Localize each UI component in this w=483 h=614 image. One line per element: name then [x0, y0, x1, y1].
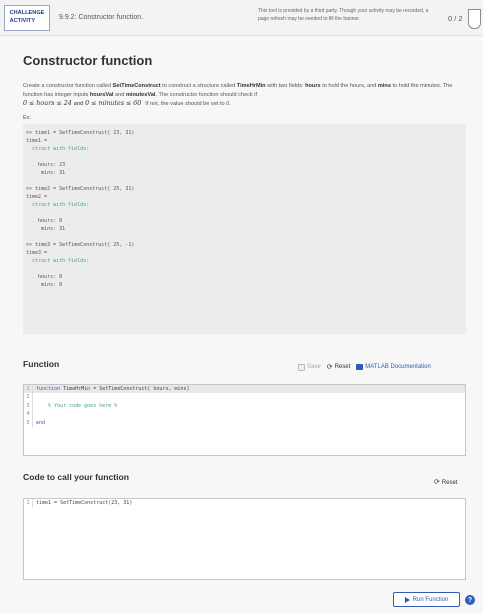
desc-part: . The constructor function should check … — [155, 92, 258, 99]
help-icon[interactable]: ? — [465, 595, 475, 605]
example-line — [26, 153, 463, 161]
code-text: time1 = SetTimeConstruct(23, 31) — [36, 500, 133, 506]
run-function-button[interactable]: Run Function — [393, 592, 460, 607]
activity-header: CHALLENGE ACTIVITY 9.9.2: Constructor fu… — [0, 0, 483, 36]
reset-icon: ⟳ — [434, 479, 440, 486]
example-line: hours: 0 — [26, 218, 63, 224]
desc-part: to hold the hours, and — [320, 83, 378, 89]
reset-function-button[interactable]: ⟳ Reset — [327, 364, 351, 371]
example-line: hours: 0 — [26, 274, 63, 280]
example-line: struct with fields: — [26, 202, 90, 208]
desc-part: and — [113, 92, 126, 99]
desc-part: to construct a structure called — [160, 83, 237, 89]
code-line: 1 time1 = SetTimeConstruct(23, 31) — [24, 499, 465, 508]
call-section-title: Code to call your function — [23, 472, 129, 482]
field-mins: mins — [377, 83, 391, 89]
input-hours: hoursVal — [89, 92, 114, 99]
line-number: 2 — [24, 393, 33, 402]
save-icon — [298, 363, 305, 371]
run-label: Run Function — [412, 596, 449, 603]
code-line: 2 — [24, 393, 465, 402]
matlab-documentation-link[interactable]: MATLAB Documentation — [356, 364, 431, 370]
example-line: struct with fields: — [26, 258, 90, 264]
line-number: 3 — [24, 401, 33, 411]
page-title: Constructor function — [23, 53, 153, 68]
activity-breadcrumb: 9.9.2: Constructor function. — [59, 14, 144, 21]
code-keyword: function — [36, 386, 61, 392]
code-line: 3 % Your code goes here % — [24, 401, 465, 411]
save-label: Save — [307, 364, 321, 370]
code-line: 1 function TimeHrMin = SetTimeConstruct( … — [24, 385, 465, 394]
math-and: and — [73, 101, 84, 107]
example-line: >> time3 = SetTimeConstruct( 25, -1) — [26, 242, 135, 248]
line-number: 1 — [24, 499, 33, 508]
input-mins: minutesVal — [125, 92, 156, 99]
reset-label: Reset — [441, 479, 458, 486]
field-hours: hours — [305, 83, 321, 89]
example-line: time3 = — [26, 250, 48, 256]
documentation-icon — [356, 364, 364, 370]
example-output-block: >> time1 = SetTimeConstruct( 23, 31) tim… — [23, 124, 466, 334]
example-line — [26, 233, 463, 241]
example-line: time2 = — [26, 194, 48, 200]
code-comment: % Your code goes here % — [36, 402, 118, 409]
third-party-notice: This tool is provided by a third party. … — [258, 8, 429, 22]
desc-part: with two fields: — [265, 83, 306, 89]
example-line — [26, 265, 463, 273]
code-line: 5 end — [24, 418, 465, 427]
reset-icon: ⟳ — [326, 363, 333, 371]
example-line — [26, 209, 463, 217]
example-line: hours: 23 — [26, 162, 66, 168]
instructions-text: Create a constructor function called Set… — [23, 82, 463, 100]
example-line: mins: 31 — [26, 226, 66, 232]
math-hint: If not, the value should be set to 0. — [145, 101, 231, 107]
badge-label: CHALLENGE ACTIVITY — [9, 10, 45, 24]
line-number: 4 — [24, 410, 33, 419]
struct-name: TimeHrMin — [236, 83, 266, 89]
call-code-editor[interactable]: 1 time1 = SetTimeConstruct(23, 31) — [23, 498, 466, 580]
reset-label: Reset — [334, 364, 351, 370]
code-text: TimeHrMin = SetTimeConstruct( hours, min… — [60, 386, 190, 392]
fn-name: SetTimeConstruct — [112, 83, 161, 89]
code-line: 4 — [24, 410, 465, 419]
documentation-label: MATLAB Documentation — [365, 364, 431, 370]
example-line — [26, 177, 463, 185]
save-button[interactable]: Save — [298, 363, 321, 371]
example-line: struct with fields: — [26, 146, 90, 152]
completion-flag-icon — [468, 9, 481, 29]
desc-part: Create a constructor function called — [23, 83, 113, 89]
example-line: mins: 0 — [26, 282, 63, 288]
score-counter: 0 / 2 — [448, 14, 463, 23]
reset-call-button[interactable]: ⟳ Reset — [434, 479, 458, 486]
play-icon — [404, 596, 410, 603]
math-hours: 0 ≤ hours ≤ 24 — [23, 100, 72, 107]
example-line: >> time2 = SetTimeConstruct( 25, 31) — [26, 186, 135, 192]
math-minutes: 0 ≤ minutes ≤ 60 — [85, 100, 142, 107]
challenge-activity-badge: CHALLENGE ACTIVITY — [4, 5, 50, 31]
example-line: time1 = — [26, 138, 48, 144]
function-section-title: Function — [23, 359, 60, 369]
range-condition: 0 ≤ hours ≤ 24 and 0 ≤ minutes ≤ 60 If no… — [23, 100, 231, 107]
code-keyword: end — [36, 419, 46, 426]
function-code-editor[interactable]: 1 function TimeHrMin = SetTimeConstruct( … — [23, 384, 466, 456]
line-number: 1 — [24, 385, 33, 394]
example-label: Ex: — [23, 115, 32, 121]
line-number: 5 — [24, 418, 33, 427]
example-line: >> time1 = SetTimeConstruct( 23, 31) — [26, 130, 135, 136]
example-line: mins: 31 — [26, 170, 66, 176]
function-toolbar: Save ⟳ Reset MATLAB Documentation — [292, 362, 431, 372]
